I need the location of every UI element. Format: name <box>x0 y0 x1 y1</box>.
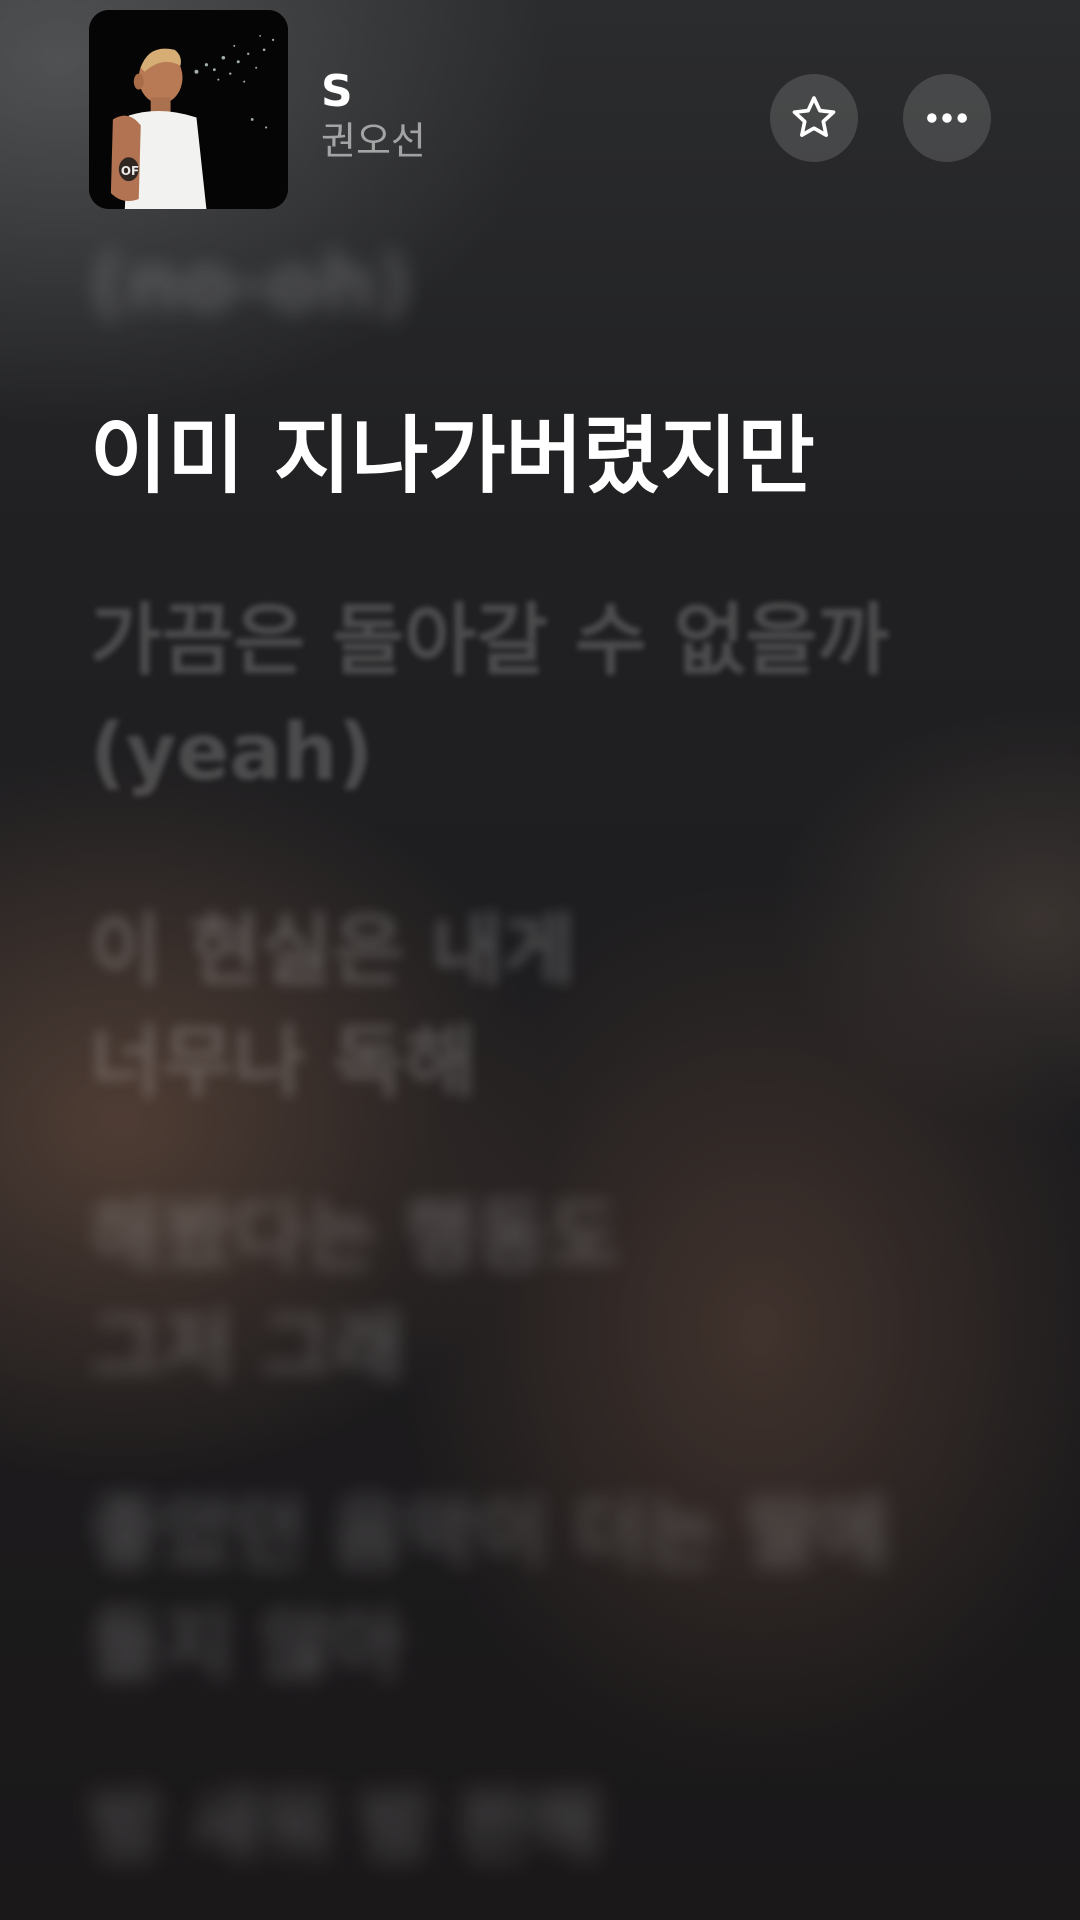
now-playing-header: OF S 권오선 <box>0 0 1080 220</box>
lyric-line-next-4[interactable]: 좋았던 음악이 더는 딸에 들지 않아 <box>90 1478 990 1702</box>
lyric-line-previous[interactable]: (no-oh) <box>90 228 990 340</box>
album-cover-photo: OF <box>89 10 288 209</box>
lyric-line-next-2[interactable]: 이 현실은 내게 너무나 독해 <box>90 895 990 1119</box>
lyrics-screen: (no-oh) 이미 지나가버렸지만 가끔은 돌아갈 수 없을까 (yeah) … <box>0 0 1080 1920</box>
more-options-button[interactable] <box>903 74 991 162</box>
lyrics-view[interactable]: (no-oh) 이미 지나가버렸지만 가끔은 돌아갈 수 없을까 (yeah) … <box>0 0 1080 1920</box>
star-icon <box>792 96 836 137</box>
lyric-line-next-3[interactable]: 해봤다는 행동도 그저 그래 <box>90 1180 990 1404</box>
song-title[interactable]: S <box>321 66 353 118</box>
lyric-line-next-5[interactable]: 밤 새워 밤 판해 <box>90 1770 990 1882</box>
lyric-line-current[interactable]: 이미 지나가버렸지만 <box>90 400 990 512</box>
favorite-button[interactable] <box>770 74 858 162</box>
more-dots-icon <box>927 113 967 123</box>
svg-text:OF: OF <box>121 164 139 178</box>
artist-name[interactable]: 권오선 <box>321 118 426 164</box>
lyric-line-next-1[interactable]: 가끔은 돌아갈 수 없을까 (yeah) <box>90 585 990 809</box>
album-cover[interactable]: OF <box>89 10 288 209</box>
